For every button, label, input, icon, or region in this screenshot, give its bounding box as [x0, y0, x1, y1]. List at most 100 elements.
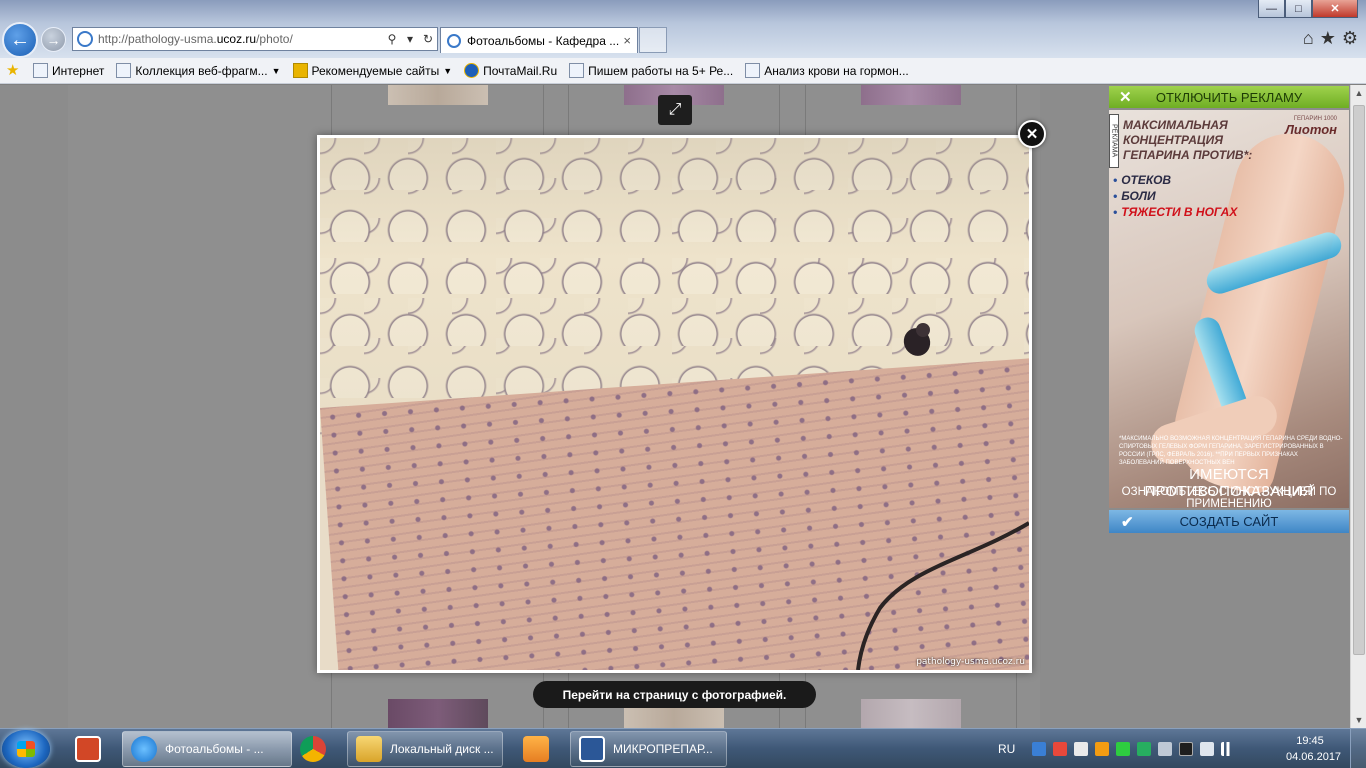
scroll-down-icon[interactable]: ▼	[1351, 712, 1366, 728]
tray-torrent-icon[interactable]	[1116, 742, 1131, 756]
favorite-link-internet[interactable]: Интернет	[33, 63, 104, 78]
minimize-button[interactable]: —	[1258, 0, 1285, 18]
url-prefix: http://pathology-usma.	[98, 32, 217, 46]
search-icon[interactable]: ⚲	[383, 32, 401, 46]
chevron-down-icon[interactable]: ▼	[443, 66, 452, 76]
micrograph-photo[interactable]: pathology-usma.ucoz.ru	[320, 138, 1029, 670]
internet-explorer-icon	[131, 736, 157, 762]
ad-instructions: ОЗНАКОМЬТЕСЬ С ИНСТРУКЦИЕЙ ПО ПРИМЕНЕНИЮ	[1121, 486, 1337, 508]
favorite-label: ПочтаMail.Ru	[483, 63, 558, 78]
gear-icon[interactable]: ⚙	[1342, 28, 1358, 49]
favorites-star-icon: ★	[6, 62, 20, 79]
close-tab-icon[interactable]: ×	[623, 33, 631, 48]
favorites-star-icon[interactable]: ★	[1320, 28, 1336, 49]
ad-brand: ГЕПАРИН 1000 Лиотон	[1285, 116, 1337, 137]
taskbar-task-browser[interactable]: Фотоальбомы - ...	[122, 731, 292, 767]
favorite-label: Пишем работы на 5+ Ре...	[588, 63, 734, 78]
ad-headline: МАКСИМАЛЬНАЯ КОНЦЕНТРАЦИЯ ГЕПАРИНА ПРОТИ…	[1123, 118, 1253, 162]
ie-page-icon	[569, 63, 585, 78]
favorite-link-essays[interactable]: Пишем работы на 5+ Ре...	[569, 63, 733, 78]
photo-thumbnail[interactable]	[861, 85, 961, 105]
url-domain: ucoz.ru	[216, 32, 257, 46]
show-desktop-button[interactable]	[1350, 729, 1366, 768]
powerpoint-icon	[75, 736, 101, 762]
ad-benefits-list: ОТЕКОВ БОЛИ ТЯЖЕСТИ В НОГАХ	[1113, 172, 1237, 220]
ad-banner[interactable]: РЕКЛАМА ГЕПАРИН 1000 Лиотон МАКСИМАЛЬНАЯ…	[1109, 110, 1349, 508]
favorite-link-suggested-sites[interactable]: Рекомендуемые сайты ▼	[292, 63, 452, 78]
favorite-label: Рекомендуемые сайты	[311, 63, 440, 78]
goto-photo-page-button[interactable]: Перейти на страницу с фотографией.	[533, 681, 816, 708]
taskbar-task-label: Локальный диск ...	[390, 742, 494, 756]
taskbar-task-label: Фотоальбомы - ...	[165, 742, 264, 756]
new-tab-button[interactable]	[639, 27, 667, 53]
tab-photo-albums[interactable]: Фотоальбомы - Кафедра ... ×	[440, 27, 638, 53]
ie-page-icon	[116, 63, 132, 78]
photo-thumbnail[interactable]	[388, 85, 488, 105]
refresh-icon[interactable]: ↻	[419, 32, 437, 46]
tray-app-icon[interactable]	[1032, 742, 1047, 756]
favorite-label: Анализ крови на гормон...	[764, 63, 909, 78]
start-button[interactable]	[2, 730, 50, 768]
tray-app-icon[interactable]	[1158, 742, 1173, 756]
ad-benefit-item: ОТЕКОВ	[1113, 172, 1237, 188]
taskbar-pin-powerpoint[interactable]	[60, 732, 116, 766]
bing-icon	[292, 63, 308, 78]
tray-app-icon[interactable]	[1053, 742, 1068, 756]
vertical-scrollbar[interactable]: ▲ ▼	[1350, 85, 1366, 728]
disable-ads-label: ОТКЛЮЧИТЬ РЕКЛАМУ	[1155, 89, 1303, 105]
lightbox-frame: pathology-usma.ucoz.ru	[317, 135, 1032, 673]
tray-app-icon[interactable]	[1095, 742, 1110, 756]
fullscreen-expand-icon[interactable]: ⤢	[658, 95, 692, 125]
taskbar-task-word[interactable]: МИКРОПРЕПАР...	[570, 731, 727, 767]
photo-thumbnail[interactable]	[388, 699, 488, 728]
tab-title: Фотоальбомы - Кафедра ...	[467, 33, 620, 48]
favorite-link-webslices[interactable]: Коллекция веб-фрагм... ▼	[116, 63, 281, 78]
tray-action-center-icon[interactable]	[1179, 742, 1194, 756]
folder-icon	[356, 736, 382, 762]
forward-button[interactable]: →	[41, 27, 66, 52]
back-button[interactable]: ←	[2, 22, 38, 58]
favorite-link-mail[interactable]: ПочтаMail.Ru	[464, 63, 557, 78]
tray-usb-icon[interactable]	[1074, 742, 1089, 756]
scroll-up-icon[interactable]: ▲	[1351, 85, 1366, 101]
maximize-button[interactable]: □	[1285, 0, 1312, 18]
favorite-label: Интернет	[52, 63, 105, 78]
site-favicon-icon	[447, 33, 461, 48]
favorite-label: Коллекция веб-фрагм...	[135, 63, 268, 78]
checkmark-icon: ✔	[1121, 513, 1134, 531]
windows-taskbar: Фотоальбомы - ... Локальный диск ... МИК…	[0, 728, 1366, 768]
favorites-bar: ★ Интернет Коллекция веб-фрагм... ▼ Реко…	[0, 58, 1366, 84]
network-signal-icon[interactable]	[1221, 742, 1236, 756]
tissue-fold-line	[856, 521, 1029, 670]
taskbar-pin-media-player[interactable]	[508, 732, 564, 766]
photo-thumbnail[interactable]	[861, 699, 961, 728]
close-lightbox-icon[interactable]: ✕	[1018, 120, 1046, 148]
ad-brand-name: Лиотон	[1285, 122, 1337, 137]
ad-benefit-item: ТЯЖЕСТИ В НОГАХ	[1113, 204, 1237, 220]
create-site-button[interactable]: ✔ СОЗДАТЬ САЙТ	[1109, 510, 1349, 533]
site-favicon-icon	[77, 31, 93, 47]
window-controls: — □ ✕	[1258, 0, 1358, 18]
url-text[interactable]: http://pathology-usma.ucoz.ru/photo/	[98, 32, 383, 46]
taskbar-pin-chrome[interactable]	[285, 732, 341, 766]
address-bar[interactable]: http://pathology-usma.ucoz.ru/photo/ ⚲ ▾…	[72, 27, 438, 51]
disable-ads-button[interactable]: ✕ ОТКЛЮЧИТЬ РЕКЛАМУ	[1109, 86, 1349, 108]
ad-fine-print: *МАКСИМАЛЬНО ВОЗМОЖНАЯ КОНЦЕНТРАЦИЯ ГЕПА…	[1119, 436, 1343, 466]
taskbar-task-explorer[interactable]: Локальный диск ...	[347, 731, 503, 767]
ie-page-icon	[745, 63, 761, 78]
media-player-icon	[523, 736, 549, 762]
taskbar-clock[interactable]: 19:45 04.06.2017	[1286, 733, 1341, 765]
close-icon: ✕	[1119, 89, 1132, 106]
chevron-down-icon[interactable]: ▼	[272, 66, 281, 76]
favorite-link-blood-test[interactable]: Анализ крови на гормон...	[745, 63, 909, 78]
language-indicator[interactable]: RU	[998, 742, 1015, 756]
tray-app-icon[interactable]	[1137, 742, 1152, 756]
close-window-button[interactable]: ✕	[1312, 0, 1358, 18]
add-favorite-button[interactable]: ★	[6, 63, 21, 78]
scroll-thumb[interactable]	[1353, 105, 1365, 655]
home-icon[interactable]: ⌂	[1303, 28, 1314, 49]
ad-label-tag[interactable]: РЕКЛАМА	[1109, 114, 1119, 168]
volume-icon[interactable]	[1200, 742, 1215, 756]
chevron-down-icon[interactable]: ▾	[401, 32, 419, 46]
system-tray: RU	[998, 729, 1236, 768]
